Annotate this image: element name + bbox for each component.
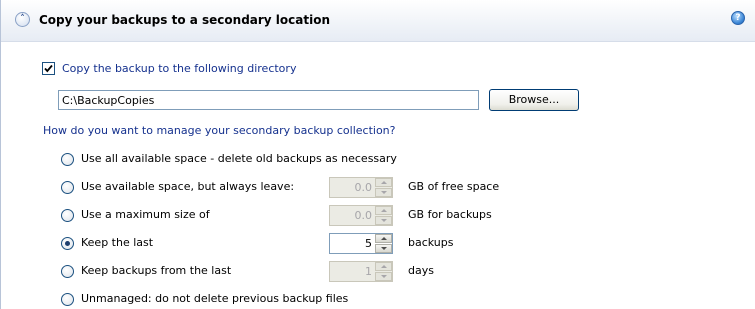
section-header: ˄ Copy your backups to a secondary locat… [1,0,755,42]
stepper-down-arrow-icon[interactable] [375,244,392,253]
stepper-up-arrow-icon[interactable] [375,206,392,215]
stepper-down-arrow-icon[interactable] [375,188,392,197]
keep-last-value: 5 [365,237,372,250]
stepper-down-arrow-icon[interactable] [375,216,392,225]
keep-days-suffix: days [408,264,434,277]
radio-keep-days[interactable] [61,265,74,278]
stepper-up-arrow-icon[interactable] [375,178,392,187]
keep-days-value: 1 [365,265,372,278]
max-size-value: 0.0 [354,209,373,222]
option-label-use-all-space[interactable]: Use all available space - delete old bac… [81,152,397,165]
free-space-value: 0.0 [354,181,373,194]
copy-backup-label[interactable]: Copy the backup to the following directo… [62,62,296,75]
stepper-up-arrow-icon[interactable] [375,262,392,271]
option-label-keep-days[interactable]: Keep backups from the last [81,264,231,277]
option-label-unmanaged[interactable]: Unmanaged: do not delete previous backup… [81,292,348,305]
option-label-maximum-size[interactable]: Use a maximum size of [81,208,210,221]
section-title: Copy your backups to a secondary locatio… [39,13,331,27]
copy-backup-checkbox[interactable] [42,62,55,75]
max-size-suffix: GB for backups [408,208,492,221]
keep-days-stepper[interactable]: 1 [329,261,393,282]
radio-unmanaged[interactable] [61,293,74,306]
checkmark-icon [44,64,53,73]
free-space-suffix: GB of free space [408,180,500,193]
browse-label: Browse... [508,93,560,106]
collapse-chevron-icon[interactable]: ˄ [15,12,30,27]
option-label-leave-free-space[interactable]: Use available space, but always leave: [81,180,294,193]
radio-use-all-space[interactable] [61,153,74,166]
free-space-stepper[interactable]: 0.0 [329,177,393,198]
stepper-down-arrow-icon[interactable] [375,272,392,281]
stepper-up-arrow-icon[interactable] [375,234,392,243]
max-size-stepper[interactable]: 0.0 [329,205,393,226]
collection-question: How do you want to manage your secondary… [43,124,396,137]
radio-maximum-size[interactable] [61,209,74,222]
keep-last-stepper[interactable]: 5 [329,233,393,254]
radio-keep-last[interactable] [61,237,74,250]
radio-leave-free-space[interactable] [61,181,74,194]
browse-button[interactable]: Browse... [489,89,579,111]
keep-last-suffix: backups [408,236,454,249]
backup-copy-panel: ˄ Copy your backups to a secondary locat… [0,0,755,309]
help-icon[interactable]: ? [731,11,745,25]
directory-path-input[interactable] [58,90,479,110]
option-label-keep-last[interactable]: Keep the last [81,236,153,249]
radio-selected-dot [65,241,70,246]
